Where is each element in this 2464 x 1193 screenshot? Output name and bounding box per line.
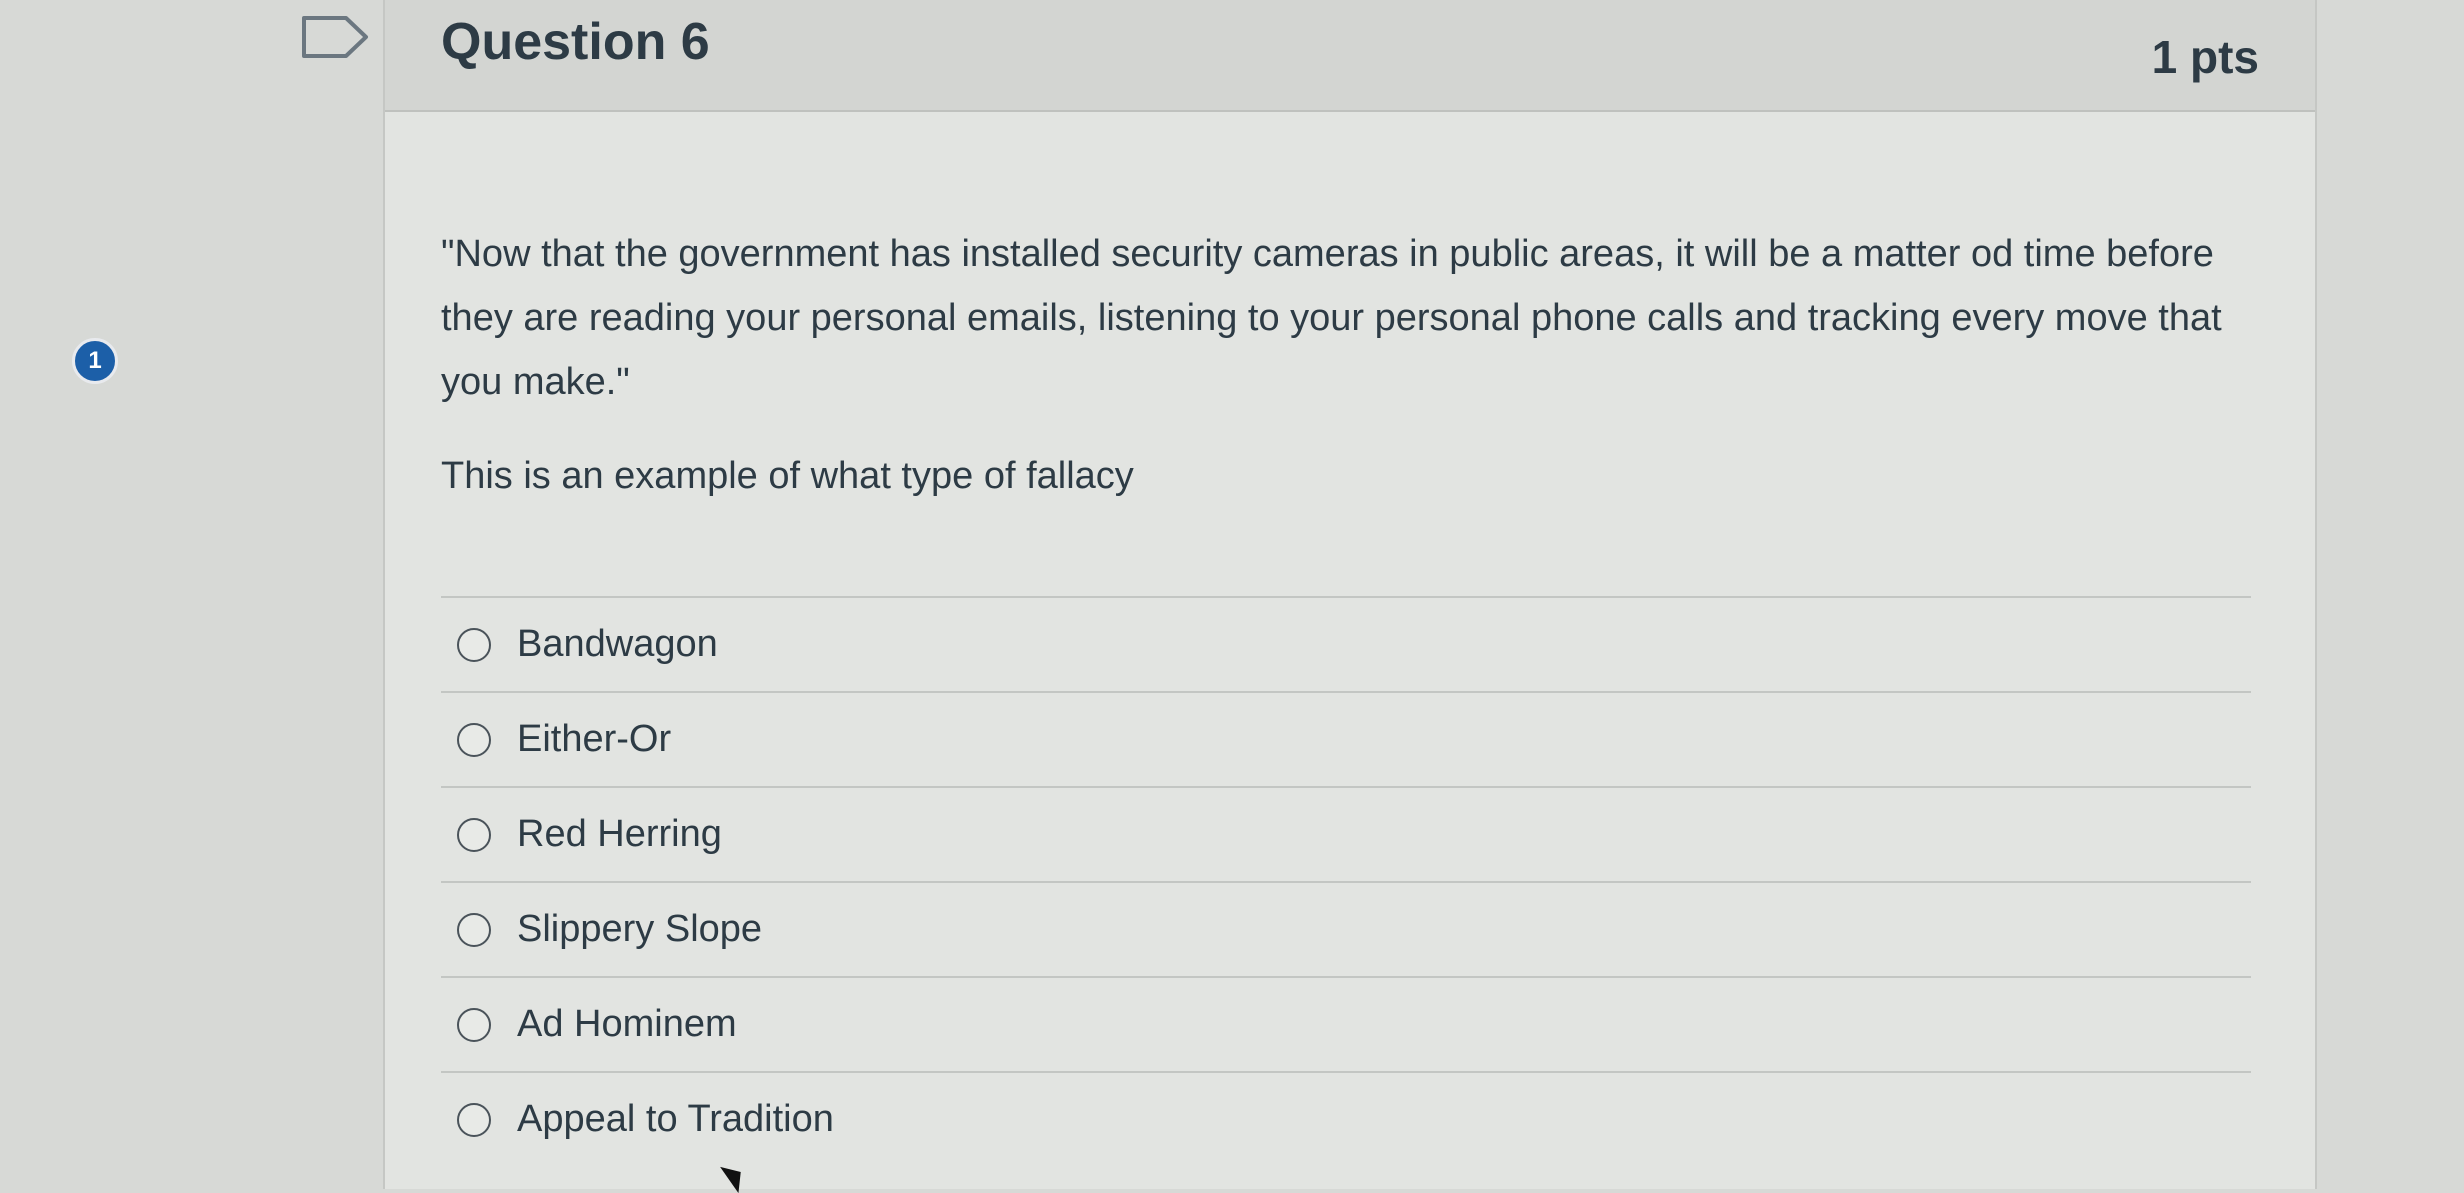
unanswered-count-badge: 1 xyxy=(72,338,118,384)
radio-button[interactable] xyxy=(457,912,491,947)
answer-label: Ad Hominem xyxy=(517,1003,737,1045)
answer-option[interactable]: Slippery Slope xyxy=(441,883,2251,978)
answer-option[interactable]: Either-Or xyxy=(441,693,2251,788)
radio-button[interactable] xyxy=(457,627,491,662)
answer-option[interactable]: Ad Hominem xyxy=(441,978,2251,1073)
question-card: Question 6 1 pts "Now that the governmen… xyxy=(383,0,2317,1189)
question-title: Question 6 xyxy=(441,13,710,71)
answer-label: Slippery Slope xyxy=(517,908,763,950)
question-body: "Now that the government has installed s… xyxy=(385,112,2315,1166)
radio-button[interactable] xyxy=(457,817,491,852)
answer-option[interactable]: Bandwagon xyxy=(441,598,2251,693)
answer-option[interactable]: Appeal to Tradition xyxy=(441,1073,2251,1166)
answer-option[interactable]: Red Herring xyxy=(441,788,2251,883)
answer-label: Red Herring xyxy=(517,813,722,855)
answer-label: Bandwagon xyxy=(517,623,718,665)
radio-button[interactable] xyxy=(457,1102,491,1137)
question-points: 1 pts xyxy=(2151,31,2259,83)
answer-label: Either-Or xyxy=(517,718,672,760)
question-text: "Now that the government has installed s… xyxy=(441,233,2222,403)
flag-question-icon[interactable] xyxy=(300,14,372,60)
answer-label: Appeal to Tradition xyxy=(517,1098,834,1140)
answer-list: Bandwagon Either-Or Red Herring Slippery… xyxy=(441,596,2251,1166)
radio-button[interactable] xyxy=(457,722,491,757)
question-prompt: This is an example of what type of falla… xyxy=(441,455,1134,497)
radio-button[interactable] xyxy=(457,1007,491,1042)
question-header: Question 6 1 pts xyxy=(385,0,2315,112)
